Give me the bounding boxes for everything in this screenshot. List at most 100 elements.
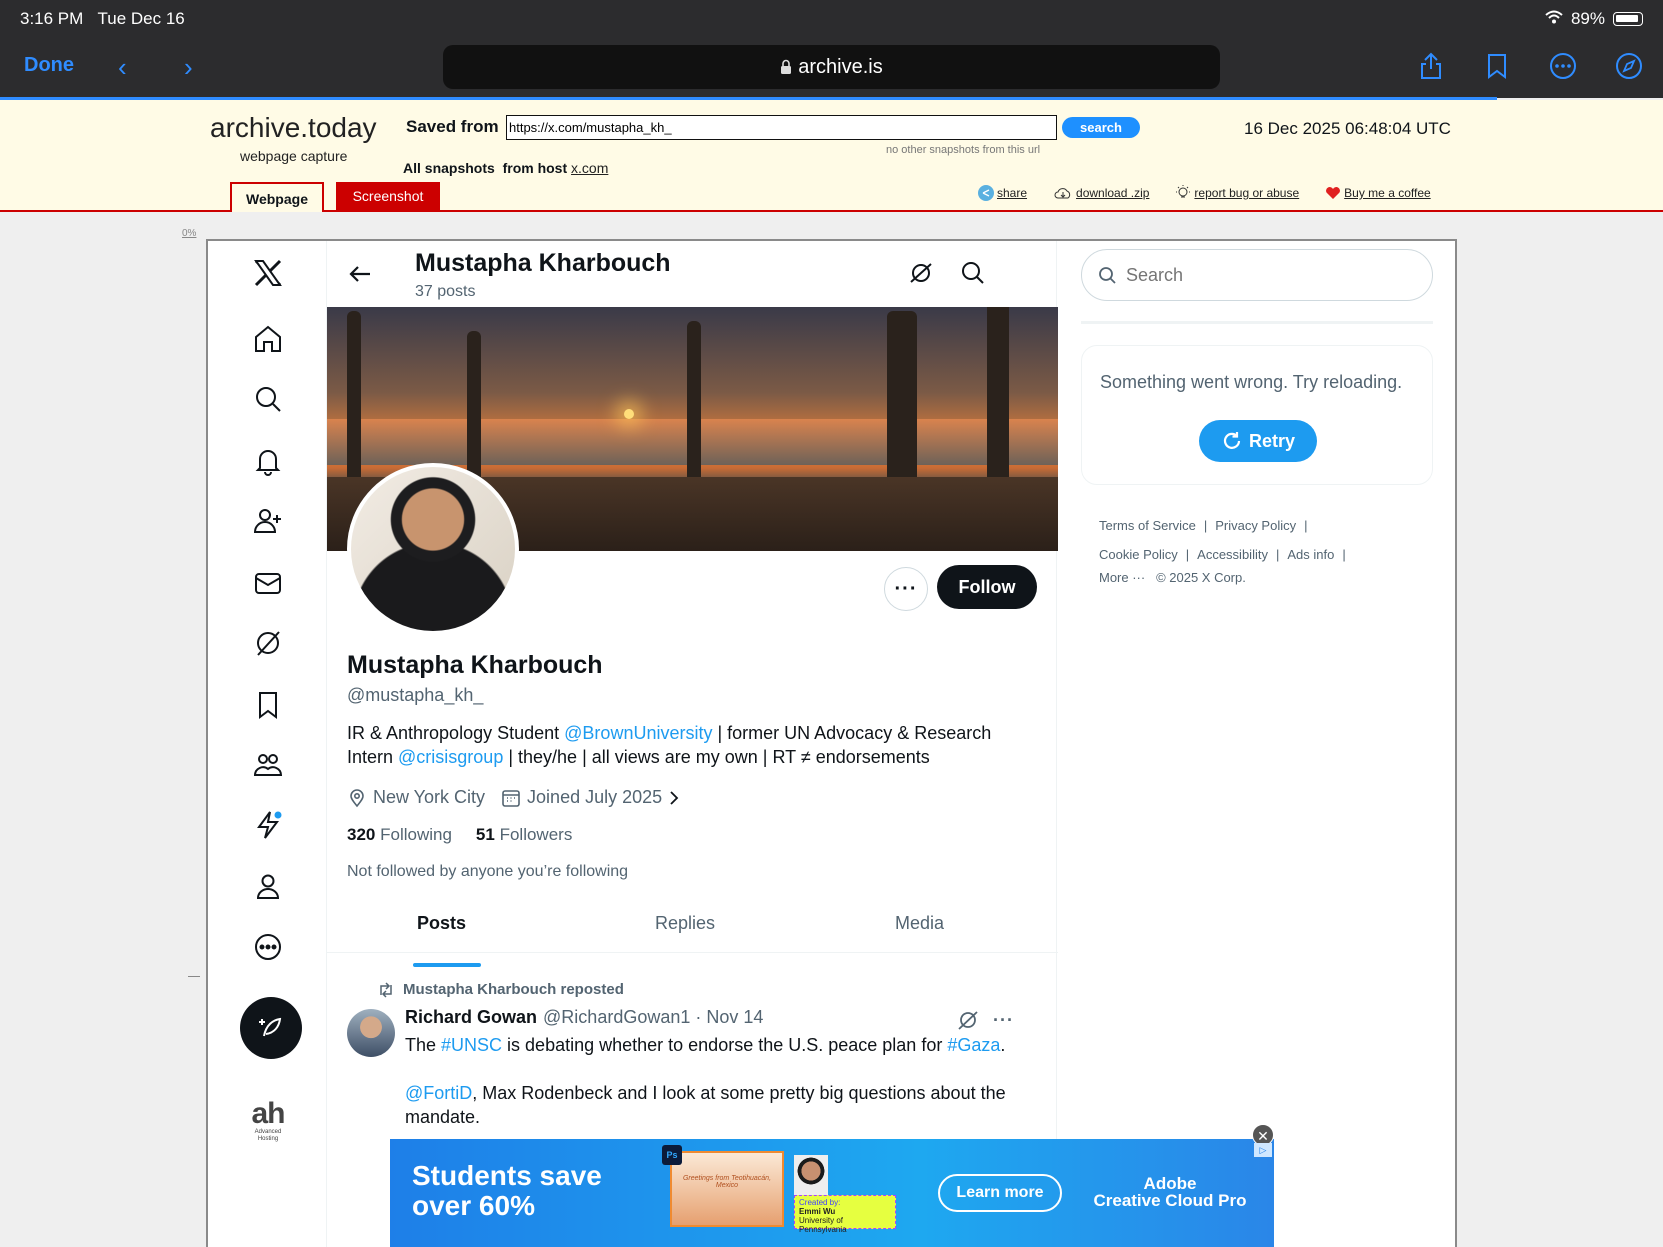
following-link[interactable]: 320 Following: [347, 825, 452, 845]
search-icon[interactable]: [957, 257, 989, 289]
all-snapshots-label: All snapshots: [403, 160, 495, 176]
coffee-link[interactable]: Buy me a coffee: [1325, 184, 1431, 202]
sidebar-search[interactable]: [1081, 249, 1433, 301]
tweet-more-button[interactable]: ···: [993, 1010, 1014, 1031]
host-link[interactable]: x.com: [571, 160, 608, 176]
battery-icon: [1613, 12, 1643, 26]
bookmarks-icon[interactable]: [1481, 50, 1513, 82]
cloud-download-icon: [1054, 188, 1071, 199]
bookmarks-icon[interactable]: [250, 687, 286, 723]
retry-button[interactable]: Retry: [1199, 420, 1317, 462]
more-icon[interactable]: [1547, 50, 1579, 82]
tweet-author-name[interactable]: Richard Gowan: [405, 1007, 537, 1028]
home-icon[interactable]: [250, 321, 286, 357]
repost-indicator: Mustapha Kharbouch reposted: [377, 981, 624, 998]
grok-icon[interactable]: [905, 257, 937, 289]
compose-post-button[interactable]: [240, 997, 302, 1059]
mention-link[interactable]: @FortiD: [405, 1083, 472, 1103]
grok-icon[interactable]: [957, 1009, 979, 1031]
forward-arrow-icon[interactable]: ›: [184, 52, 193, 83]
tweet-actions: ···: [957, 1009, 1014, 1031]
address-text: archive.is: [798, 55, 883, 78]
ad-choices-icon[interactable]: ▷: [1254, 1143, 1272, 1157]
more-link[interactable]: More ···: [1099, 570, 1145, 585]
profile-avatar[interactable]: [347, 463, 519, 635]
profile-handle: @mustapha_kh_: [347, 685, 484, 705]
profile-meta: New York City Joined July 2025: [347, 787, 680, 808]
profile-icon[interactable]: [250, 869, 286, 905]
more-options-icon[interactable]: [250, 929, 286, 965]
chevron-right-icon: [670, 790, 679, 805]
hashtag-link[interactable]: #Gaza: [947, 1035, 1000, 1055]
communities-icon[interactable]: [250, 747, 286, 783]
battery-percent: 89%: [1570, 9, 1605, 28]
tweet-handle-date[interactable]: @RichardGowan1 · Nov 14: [543, 1007, 763, 1028]
premium-icon[interactable]: [250, 807, 286, 843]
mention-link[interactable]: @BrownUniversity: [564, 723, 712, 743]
profile-bio: IR & Anthropology Student @BrownUniversi…: [347, 723, 992, 767]
join-date[interactable]: Joined July 2025: [501, 787, 680, 808]
ad-creator-photo: [794, 1155, 828, 1195]
advanced-hosting-logo[interactable]: ah Advanced Hosting: [248, 1099, 288, 1143]
side-divider: [188, 976, 200, 977]
cookie-link[interactable]: Cookie Policy: [1099, 547, 1178, 562]
safari-actions: [1415, 50, 1645, 82]
done-button[interactable]: Done: [24, 54, 74, 77]
lock-icon: [781, 59, 792, 74]
location-pin-icon: [350, 788, 364, 807]
back-arrow-icon[interactable]: ‹: [118, 52, 127, 83]
notifications-icon[interactable]: [250, 443, 286, 479]
tweet-author-avatar[interactable]: [347, 1009, 395, 1057]
ad-creator-credit: Created by: Emmi Wu University of Pennsy…: [794, 1195, 896, 1234]
archive-search-button[interactable]: search: [1062, 117, 1140, 138]
privacy-link[interactable]: Privacy Policy: [1215, 518, 1296, 533]
saved-url-field[interactable]: [506, 115, 1057, 140]
tab-screenshot[interactable]: Screenshot: [336, 182, 440, 210]
photoshop-icon: Ps: [662, 1145, 682, 1165]
x-logo-icon[interactable]: [250, 255, 286, 291]
tab-media[interactable]: Media: [895, 913, 944, 934]
ad-headline: Students save over 60%: [412, 1160, 602, 1221]
follow-icon[interactable]: [250, 503, 286, 539]
share-icon[interactable]: [1415, 50, 1447, 82]
tab-webpage[interactable]: Webpage: [230, 182, 324, 212]
ad-banner[interactable]: Students save over 60% Greetings from Te…: [390, 1139, 1274, 1247]
archive-logo[interactable]: archive.today: [210, 112, 377, 144]
learn-more-button[interactable]: Learn more: [938, 1174, 1062, 1212]
hashtag-link[interactable]: #UNSC: [441, 1035, 502, 1055]
active-tab-indicator: [413, 963, 481, 967]
status-bar: 3:16 PM Tue Dec 16 89%: [0, 0, 1663, 40]
tab-replies[interactable]: Replies: [655, 913, 715, 934]
status-right: 89%: [1545, 9, 1643, 29]
follow-counts: 320 Following 51 Followers: [347, 825, 572, 845]
archive-tool-links: share download .zip report bug or abuse …: [978, 184, 1431, 202]
share-link[interactable]: share: [978, 184, 1027, 202]
archive-header: archive.today webpage capture Saved from…: [0, 100, 1663, 212]
zoom-percent[interactable]: 0%: [182, 228, 196, 239]
no-snapshots-note: no other snapshots from this url: [886, 144, 1041, 156]
error-message: Something went wrong. Try reloading.: [1100, 372, 1403, 392]
accessibility-link[interactable]: Accessibility: [1197, 547, 1268, 562]
messages-icon[interactable]: [250, 565, 286, 601]
explore-icon[interactable]: [250, 381, 286, 417]
report-link[interactable]: report bug or abuse: [1175, 184, 1299, 202]
left-nav: ah Advanced Hosting: [208, 241, 326, 1247]
profile-more-button[interactable]: ···: [884, 567, 928, 611]
tweet-text: The #UNSC is debating whether to endorse…: [405, 1035, 1006, 1127]
compass-icon[interactable]: [1613, 50, 1645, 82]
follow-button[interactable]: Follow: [937, 565, 1037, 609]
ad-brand: Adobe Creative Cloud Pro: [1093, 1174, 1247, 1210]
mention-link[interactable]: @crisisgroup: [398, 747, 503, 767]
search-input[interactable]: [1126, 264, 1358, 286]
right-sidebar: Something went wrong. Try reloading. Ret…: [1057, 241, 1455, 1247]
ads-info-link[interactable]: Ads info: [1287, 547, 1334, 562]
terms-link[interactable]: Terms of Service: [1099, 518, 1196, 533]
download-link[interactable]: download .zip: [1053, 184, 1149, 202]
profile-name: Mustapha Kharbouch: [347, 651, 603, 679]
address-bar[interactable]: archive.is: [443, 45, 1220, 89]
back-arrow-icon[interactable]: [345, 259, 375, 289]
banner-sun: [624, 409, 634, 419]
followers-link[interactable]: 51 Followers: [476, 825, 572, 845]
tab-posts[interactable]: Posts: [417, 913, 466, 934]
grok-icon[interactable]: [250, 625, 286, 661]
